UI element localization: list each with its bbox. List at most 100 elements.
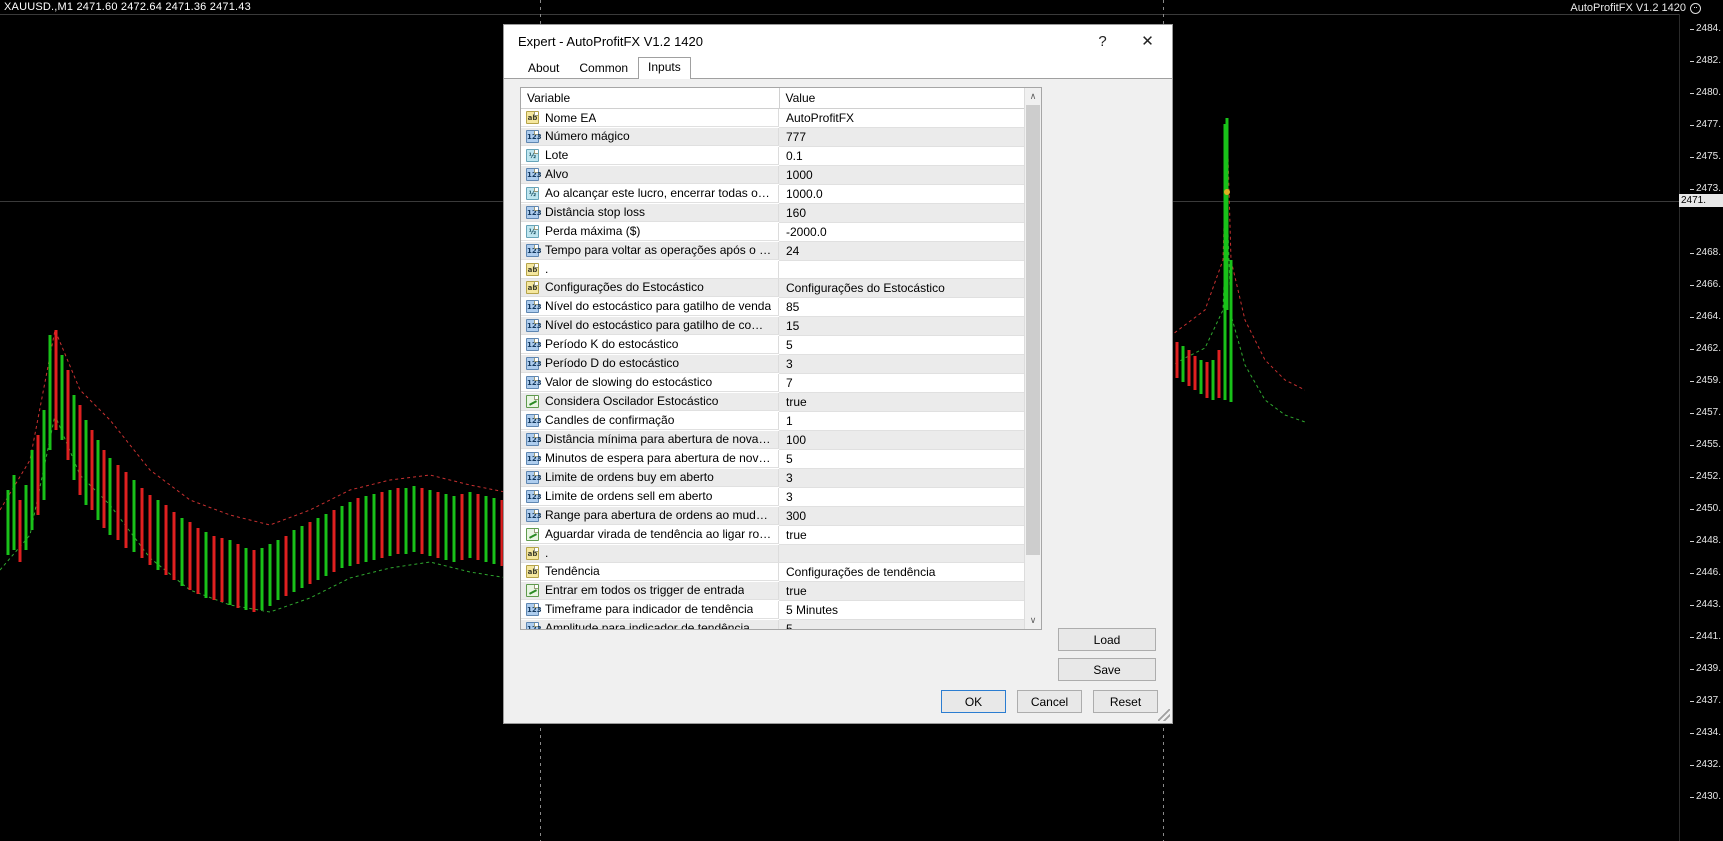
scrollbar-track[interactable] xyxy=(1025,105,1041,612)
table-row[interactable]: 123 Amplitude para indicador de tendência… xyxy=(521,619,1024,629)
variable-cell[interactable]: 123 Amplitude para indicador de tendência xyxy=(521,619,779,629)
variable-cell[interactable]: 123 Nível do estocástico para gatilho de … xyxy=(521,316,779,335)
table-row[interactable]: ab Tendência Configurações de tendência xyxy=(521,562,1024,582)
scroll-down-icon[interactable]: ∨ xyxy=(1025,612,1041,629)
value-cell[interactable]: 1 xyxy=(779,411,1024,431)
value-cell[interactable]: true xyxy=(779,581,1024,601)
ok-button[interactable]: OK xyxy=(941,690,1006,713)
value-cell[interactable]: 5 xyxy=(779,449,1024,469)
value-cell[interactable]: 3 xyxy=(779,468,1024,488)
value-cell[interactable]: 0.1 xyxy=(779,146,1024,166)
variable-cell[interactable]: ab. xyxy=(521,260,779,279)
table-row[interactable]: 123 Número mágico 777 xyxy=(521,127,1024,147)
value-cell[interactable]: 15 xyxy=(779,316,1024,336)
table-row[interactable]: ½ Lote 0.1 xyxy=(521,146,1024,166)
variable-cell[interactable]: ½ Lote xyxy=(521,146,779,165)
value-cell[interactable]: 777 xyxy=(779,127,1024,147)
variable-cell[interactable]: 123 Distância mínima para abertura de nov… xyxy=(521,430,779,449)
table-row[interactable]: 123 Alvo 1000 xyxy=(521,165,1024,185)
table-row[interactable]: 123 Nível do estocástico para gatilho de … xyxy=(521,316,1024,336)
table-row[interactable]: 123 Distância mínima para abertura de nov… xyxy=(521,430,1024,450)
value-cell[interactable]: 1000.0 xyxy=(779,184,1024,204)
help-button[interactable]: ? xyxy=(1080,26,1125,56)
variable-cell[interactable]: 123 Tempo para voltar as operações após o… xyxy=(521,241,779,260)
value-cell[interactable]: -2000.0 xyxy=(779,222,1024,242)
tab-inputs[interactable]: Inputs xyxy=(638,57,691,79)
table-row[interactable]: 123 Nível do estocástico para gatilho de … xyxy=(521,297,1024,317)
tab-common[interactable]: Common xyxy=(569,58,638,79)
value-cell[interactable]: true xyxy=(779,525,1024,545)
variable-cell[interactable]: ab Nome EA xyxy=(521,109,779,127)
variable-cell[interactable]: 123 Candles de confirmação xyxy=(521,411,779,430)
value-cell[interactable]: 7 xyxy=(779,373,1024,393)
value-cell[interactable]: Configurações de tendência xyxy=(779,562,1024,582)
value-cell[interactable]: true xyxy=(779,392,1024,412)
table-row[interactable]: ab. xyxy=(521,260,1024,279)
variable-cell[interactable]: 123 Número mágico xyxy=(521,127,779,146)
variable-cell[interactable]: 123 Limite de ordens sell em aberto xyxy=(521,487,779,506)
variable-cell[interactable]: Aguardar virada de tendência ao ligar ro… xyxy=(521,525,779,544)
value-cell[interactable]: 3 xyxy=(779,487,1024,507)
table-row[interactable]: 123 Valor de slowing do estocástico 7 xyxy=(521,373,1024,393)
value-cell[interactable]: 5 xyxy=(779,619,1024,629)
value-cell[interactable]: 5 xyxy=(779,335,1024,355)
scroll-up-icon[interactable]: ∧ xyxy=(1025,88,1041,105)
resize-grip[interactable] xyxy=(1158,709,1170,721)
table-row[interactable]: ab Configurações do Estocástico Configuraç… xyxy=(521,278,1024,298)
value-cell[interactable]: 160 xyxy=(779,203,1024,223)
value-cell[interactable]: 24 xyxy=(779,241,1024,261)
variable-cell[interactable]: 123 Timeframe para indicador de tendência xyxy=(521,600,779,619)
dialog-titlebar[interactable]: Expert - AutoProfitFX V1.2 1420 ? ✕ xyxy=(504,25,1172,57)
variable-cell[interactable]: 123 Limite de ordens buy em aberto xyxy=(521,468,779,487)
load-button[interactable]: Load xyxy=(1058,628,1156,651)
table-row[interactable]: ½ Ao alcançar este lucro, encerrar todas … xyxy=(521,184,1024,204)
value-cell[interactable]: AutoProfitFX xyxy=(779,108,1024,128)
table-row[interactable]: Entrar em todos os trigger de entrada tru… xyxy=(521,581,1024,601)
table-row[interactable]: 123 Período K do estocástico 5 xyxy=(521,335,1024,355)
value-cell[interactable]: 3 xyxy=(779,354,1024,374)
value-cell[interactable]: 300 xyxy=(779,506,1024,526)
table-row[interactable]: 123 Candles de confirmação 1 xyxy=(521,411,1024,431)
table-row[interactable]: 123 Tempo para voltar as operações após o… xyxy=(521,241,1024,261)
table-row[interactable]: Considera Oscilador Estocástico true xyxy=(521,392,1024,412)
table-row[interactable]: 123 Limite de ordens buy em aberto 3 xyxy=(521,468,1024,488)
save-button[interactable]: Save xyxy=(1058,658,1156,681)
variable-cell[interactable]: 123 Range para abertura de ordens ao muda… xyxy=(521,506,779,525)
table-row[interactable]: 123 Distância stop loss 160 xyxy=(521,203,1024,223)
variable-cell[interactable]: 123 Minutos de espera para abertura de no… xyxy=(521,449,779,468)
value-cell[interactable]: 5 Minutes xyxy=(779,600,1024,620)
column-header-variable[interactable]: Variable xyxy=(521,88,780,109)
scrollbar-thumb[interactable] xyxy=(1026,105,1040,555)
variable-cell[interactable]: ½ Ao alcançar este lucro, encerrar todas … xyxy=(521,184,779,203)
table-row[interactable]: 123 Minutos de espera para abertura de no… xyxy=(521,449,1024,469)
table-row[interactable]: 123 Limite de ordens sell em aberto 3 xyxy=(521,487,1024,507)
value-cell[interactable] xyxy=(779,544,1024,563)
reset-button[interactable]: Reset xyxy=(1093,690,1158,713)
variable-cell[interactable]: Considera Oscilador Estocástico xyxy=(521,392,779,411)
variable-cell[interactable]: ab Tendência xyxy=(521,562,779,581)
variable-cell[interactable]: 123 Alvo xyxy=(521,165,779,184)
close-icon[interactable]: ✕ xyxy=(1125,26,1170,56)
variable-cell[interactable]: ½ Perda máxima ($) xyxy=(521,222,779,241)
value-cell[interactable]: 1000 xyxy=(779,165,1024,185)
value-cell[interactable]: 85 xyxy=(779,297,1024,317)
column-header-value[interactable]: Value xyxy=(779,88,1024,109)
variable-cell[interactable]: 123 Valor de slowing do estocástico xyxy=(521,373,779,392)
variable-cell[interactable]: 123 Período K do estocástico xyxy=(521,335,779,354)
table-row[interactable]: Aguardar virada de tendência ao ligar ro… xyxy=(521,525,1024,545)
variable-cell[interactable]: 123 Nível do estocástico para gatilho de … xyxy=(521,297,779,316)
table-row[interactable]: ab. xyxy=(521,544,1024,563)
table-vertical-scrollbar[interactable]: ∧ ∨ xyxy=(1024,88,1041,629)
value-cell[interactable] xyxy=(779,260,1024,279)
variable-cell[interactable]: ab Configurações do Estocástico xyxy=(521,278,779,297)
variable-cell[interactable]: Entrar em todos os trigger de entrada xyxy=(521,581,779,600)
variable-cell[interactable]: 123 Distância stop loss xyxy=(521,203,779,222)
table-row[interactable]: 123 Período D do estocástico 3 xyxy=(521,354,1024,374)
variable-cell[interactable]: 123 Período D do estocástico xyxy=(521,354,779,373)
cancel-button[interactable]: Cancel xyxy=(1017,690,1082,713)
table-row[interactable]: 123 Timeframe para indicador de tendência… xyxy=(521,600,1024,620)
table-row[interactable]: 123 Range para abertura de ordens ao muda… xyxy=(521,506,1024,526)
table-row[interactable]: ½ Perda máxima ($) -2000.0 xyxy=(521,222,1024,242)
table-row[interactable]: ab Nome EA AutoProfitFX xyxy=(521,108,1024,128)
value-cell[interactable]: 100 xyxy=(779,430,1024,450)
